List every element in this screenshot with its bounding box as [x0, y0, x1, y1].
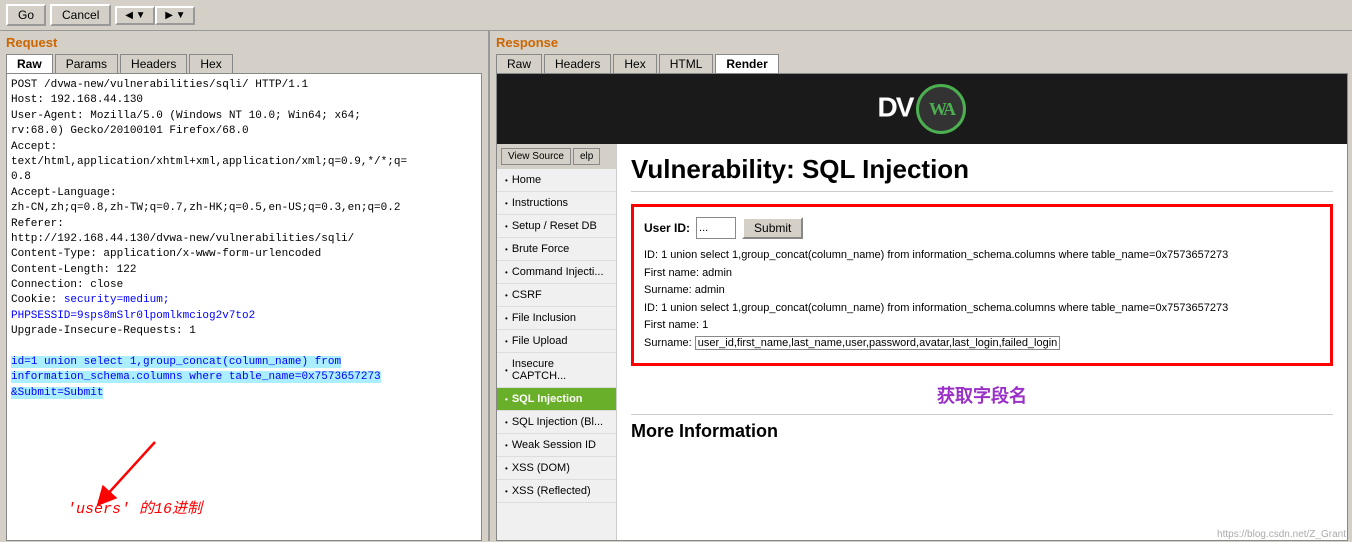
tab-response-render[interactable]: Render	[715, 54, 778, 73]
dvwa-logo: DVWA	[878, 84, 967, 134]
toolbar: Go Cancel ◀ ▼ ▶ ▼	[0, 0, 1352, 31]
left-panel: Request Raw Params Headers Hex POST /dvw…	[0, 31, 490, 541]
go-button[interactable]: Go	[6, 4, 46, 26]
back-button[interactable]: ◀ ▼	[115, 6, 155, 25]
main-container: Request Raw Params Headers Hex POST /dvw…	[0, 31, 1352, 541]
dvwa-app: View Source elp • Home •Instructions•Set…	[497, 144, 1347, 541]
nav-item-csrf[interactable]: •CSRF	[497, 284, 616, 307]
annotation-text: 'users' 的16进制	[67, 499, 202, 520]
request-tabs: Raw Params Headers Hex	[0, 52, 488, 73]
request-content[interactable]: POST /dvwa-new/vulnerabilities/sqli/ HTT…	[6, 73, 482, 541]
tab-response-hex[interactable]: Hex	[613, 54, 656, 73]
forward-button[interactable]: ▶ ▼	[155, 6, 195, 25]
view-source-bar: View Source elp	[497, 144, 617, 169]
tab-headers[interactable]: Headers	[120, 54, 187, 73]
response-title: Response	[490, 31, 1352, 52]
request-text: POST /dvwa-new/vulnerabilities/sqli/ HTT…	[11, 78, 477, 401]
result-text: ID: 1 union select 1,group_concat(column…	[644, 247, 1320, 353]
nav-item-sql-injection[interactable]: •SQL Injection	[497, 388, 616, 411]
annotation-bottom: 获取字段名	[631, 376, 1333, 414]
right-panel: Response Raw Headers Hex HTML Render DVW…	[490, 31, 1352, 541]
nav-items-container: •Instructions•Setup / Reset DB•Brute For…	[497, 192, 616, 503]
vuln-title: Vulnerability: SQL Injection	[631, 154, 1333, 192]
nav-item-weak-session-id[interactable]: •Weak Session ID	[497, 434, 616, 457]
submit-button[interactable]: Submit	[742, 217, 803, 239]
surname-highlight: user_id,first_name,last_name,user,passwo…	[695, 336, 1061, 350]
nav-item-setup-/-reset-db[interactable]: •Setup / Reset DB	[497, 215, 616, 238]
nav-item-xss-(dom)[interactable]: •XSS (DOM)	[497, 457, 616, 480]
watermark: https://blog.csdn.net/Z_Grant	[1217, 529, 1346, 540]
tab-response-raw[interactable]: Raw	[496, 54, 542, 73]
tab-hex[interactable]: Hex	[189, 54, 232, 73]
nav-item-sql-injection-(bl...[interactable]: •SQL Injection (Bl...	[497, 411, 616, 434]
response-tabs: Raw Headers Hex HTML Render	[490, 52, 1352, 73]
nav-item-insecure-captch...[interactable]: •Insecure CAPTCH...	[497, 353, 616, 388]
nav-item-brute-force[interactable]: •Brute Force	[497, 238, 616, 261]
arrow-svg	[95, 437, 175, 507]
nav-buttons: ◀ ▼ ▶ ▼	[115, 6, 195, 25]
nav-item-file-upload[interactable]: •File Upload	[497, 330, 616, 353]
tab-response-headers[interactable]: Headers	[544, 54, 611, 73]
nav-item-file-inclusion[interactable]: •File Inclusion	[497, 307, 616, 330]
dvwa-header: DVWA	[497, 74, 1347, 144]
nav-item-command-injecti...[interactable]: •Command Injecti...	[497, 261, 616, 284]
dvwa-sidebar: View Source elp • Home •Instructions•Set…	[497, 144, 617, 541]
view-source-button[interactable]: View Source	[501, 148, 571, 165]
request-title: Request	[0, 31, 488, 52]
cancel-button[interactable]: Cancel	[50, 4, 111, 26]
tab-raw[interactable]: Raw	[6, 54, 53, 73]
dvwa-main: Vulnerability: SQL Injection User ID: Su…	[617, 144, 1347, 541]
user-id-label: User ID:	[644, 221, 690, 235]
user-id-input[interactable]	[696, 217, 736, 239]
tab-response-html[interactable]: HTML	[659, 54, 714, 73]
user-id-row: User ID: Submit	[644, 217, 1320, 239]
nav-item-home[interactable]: • Home	[497, 169, 616, 192]
sqli-box: User ID: Submit ID: 1 union select 1,gro…	[631, 204, 1333, 366]
nav-item-xss-(reflected)[interactable]: •XSS (Reflected)	[497, 480, 616, 503]
arrow-annotation: 'users' 的16进制	[67, 437, 202, 520]
tab-params[interactable]: Params	[55, 54, 118, 73]
help-button[interactable]: elp	[573, 148, 600, 165]
more-info: More Information	[631, 414, 1333, 442]
nav-item-instructions[interactable]: •Instructions	[497, 192, 616, 215]
response-content: DVWA View Source elp • Home •Instruction…	[496, 73, 1348, 541]
